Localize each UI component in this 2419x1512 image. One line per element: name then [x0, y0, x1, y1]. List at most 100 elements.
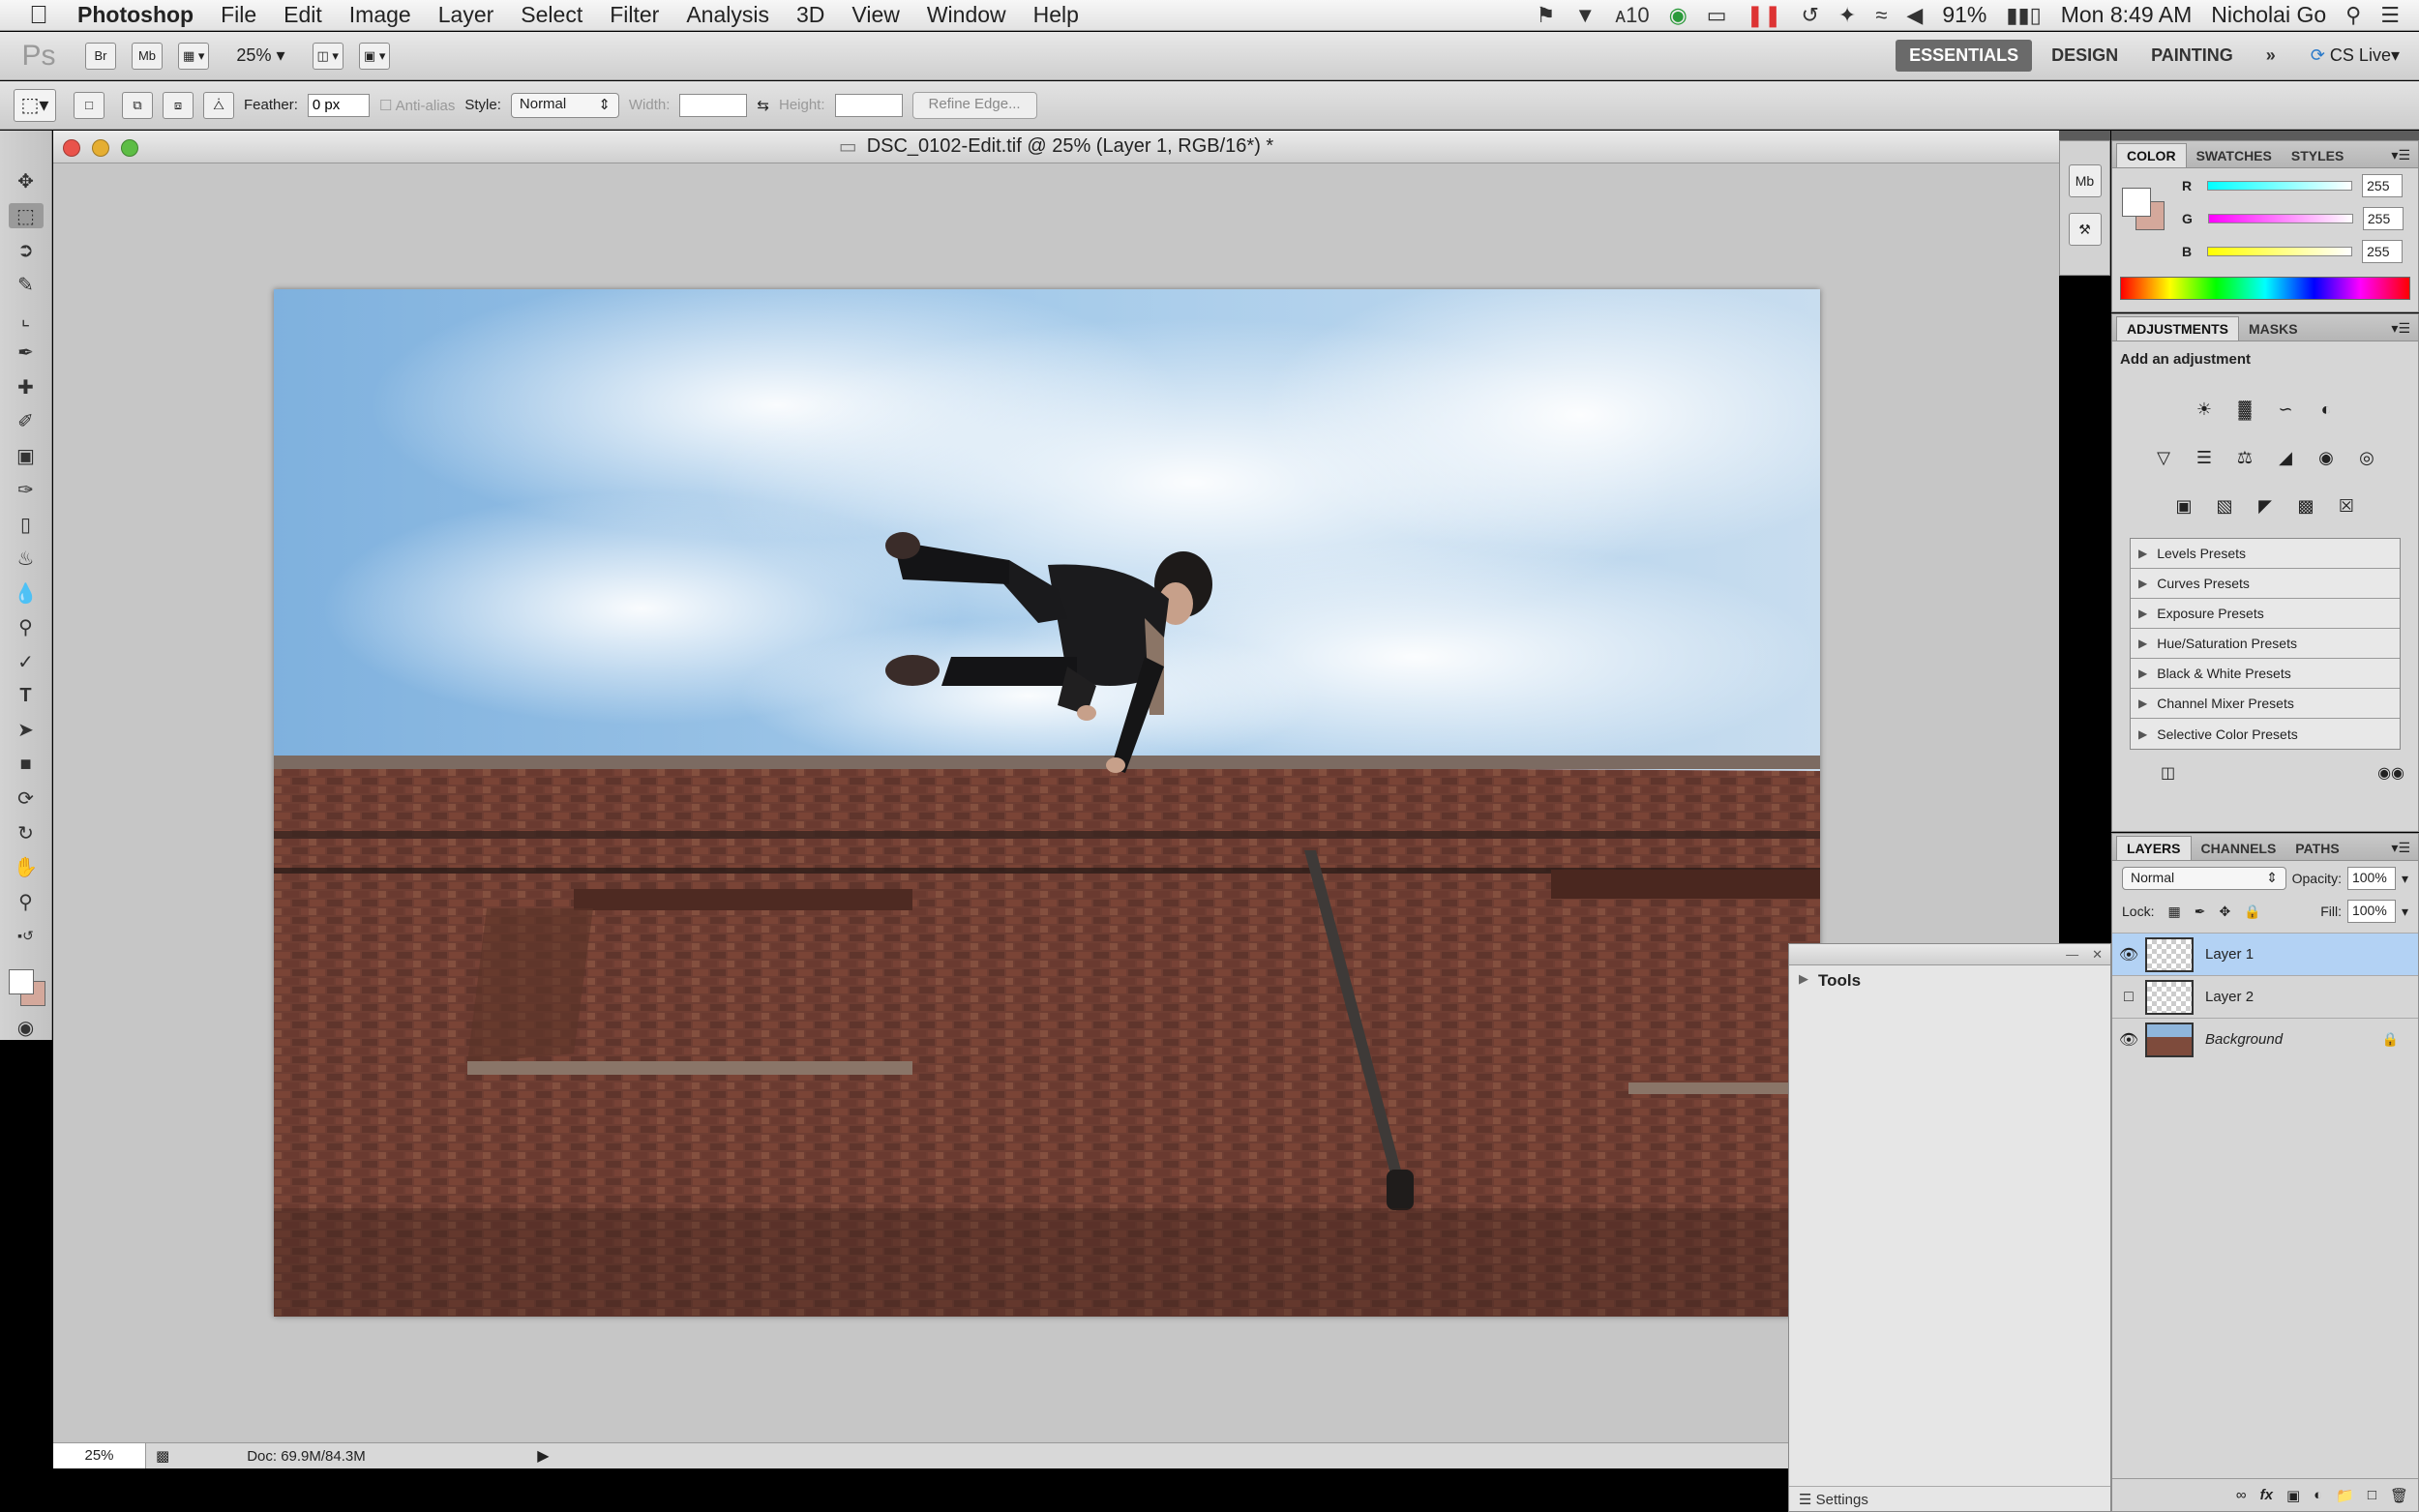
default-colors-icon[interactable]: ▪↺	[9, 924, 44, 948]
workspace-design[interactable]: DESIGN	[2038, 40, 2132, 72]
preset-selective-color[interactable]: ▶ Selective Color Presets	[2131, 719, 2400, 749]
spotlight-search-icon[interactable]: ⚲	[2345, 3, 2361, 28]
pen-tool-icon[interactable]: ✓	[9, 649, 44, 673]
clock[interactable]: Mon 8:49 AM	[2061, 2, 2193, 28]
panel-menu-icon[interactable]: ▾☰	[2383, 836, 2418, 860]
clip-to-layer-icon[interactable]: ◫	[2161, 763, 2175, 783]
blend-mode-select[interactable]: Normal ⇕	[2122, 867, 2286, 890]
tab-swatches[interactable]: SWATCHES	[2187, 144, 2282, 167]
workspace-essentials[interactable]: ESSENTIALS	[1896, 40, 2033, 72]
eraser-tool-icon[interactable]: ▯	[9, 513, 44, 537]
disclosure-triangle-icon[interactable]: ▶	[2138, 637, 2147, 650]
rectangular-marquee-tool-icon[interactable]: ⬚	[8, 203, 44, 228]
layer-style-icon[interactable]: fx	[2260, 1487, 2273, 1503]
invert-icon[interactable]: ▣	[2167, 489, 2200, 522]
new-selection-icon[interactable]: □	[74, 91, 105, 119]
tools-panel-footer[interactable]: ☰ Settings	[1789, 1486, 2110, 1511]
green-slider[interactable]	[2207, 214, 2353, 223]
type-tool-icon[interactable]: T	[9, 684, 44, 708]
lock-transparency-icon[interactable]: ▦	[2167, 904, 2180, 920]
notifications-icon[interactable]: ☰	[2380, 3, 2400, 28]
minimize-panel-icon[interactable]: —	[2066, 947, 2078, 962]
panel-menu-icon[interactable]: ▾☰	[2383, 316, 2418, 341]
document-title-bar[interactable]: ▭ DSC_0102-Edit.tif @ 25% (Layer 1, RGB/…	[53, 131, 2059, 163]
disclosure-triangle-icon[interactable]: ▶	[2138, 577, 2147, 590]
volume-icon[interactable]: ◀	[1906, 3, 1923, 28]
tools-panel-titlebar[interactable]: — ✕	[1789, 944, 2110, 965]
link-layers-icon[interactable]: ∞	[2236, 1487, 2247, 1503]
layer-row-layer-1[interactable]: 👁 Layer 1	[2112, 933, 2418, 975]
fill-input[interactable]: 100%	[2346, 900, 2396, 923]
status-zoom-field[interactable]: 25%	[53, 1443, 146, 1468]
zoom-window-button[interactable]	[121, 139, 138, 157]
menu-analysis[interactable]: Analysis	[672, 2, 783, 28]
preset-hue-saturation[interactable]: ▶ Hue/Saturation Presets	[2131, 629, 2400, 659]
menu-3d[interactable]: 3D	[783, 2, 838, 28]
cs-live-menu[interactable]: ⟳ CS Live▾	[2311, 45, 2400, 66]
color-spectrum-ramp[interactable]	[2120, 277, 2410, 300]
iconic-dock-header[interactable]	[2059, 131, 2110, 140]
preset-exposure[interactable]: ▶ Exposure Presets	[2131, 599, 2400, 629]
cs-live-panel-icon[interactable]: ⚒	[2068, 213, 2102, 246]
blue-value[interactable]: 255	[2362, 240, 2404, 263]
menu-view[interactable]: View	[838, 2, 912, 28]
wifi-icon[interactable]: ≈	[1875, 3, 1887, 28]
flag-icon[interactable]: ⚑	[1537, 3, 1556, 28]
lock-all-icon[interactable]: 🔒	[2244, 904, 2260, 920]
brush-tool-icon[interactable]: ✐	[9, 409, 44, 433]
close-panel-icon[interactable]: ✕	[2092, 947, 2103, 963]
view-extras-button[interactable]: ▦ ▾	[178, 42, 210, 70]
threshold-icon[interactable]: ◤	[2249, 489, 2282, 522]
tools-panel-header[interactable]: ▶ Tools	[1789, 965, 2110, 996]
healing-brush-tool-icon[interactable]: ✚	[9, 375, 44, 400]
exposure-icon[interactable]: ◐	[2310, 393, 2343, 426]
status-icon[interactable]: ▩	[156, 1447, 169, 1465]
height-input[interactable]	[834, 93, 903, 117]
tab-layers[interactable]: LAYERS	[2116, 836, 2192, 860]
tab-channels[interactable]: CHANNELS	[2192, 837, 2286, 860]
disclosure-triangle-icon[interactable]: ▶	[2138, 547, 2147, 560]
settings-icon[interactable]: ☰	[1799, 1492, 1811, 1508]
foreground-color-swatch[interactable]	[8, 969, 34, 995]
preset-channel-mixer[interactable]: ▶ Channel Mixer Presets	[2131, 689, 2400, 719]
workspace-painting[interactable]: PAINTING	[2137, 40, 2247, 72]
growl-icon[interactable]: ◉	[1669, 3, 1687, 28]
opacity-dropdown-icon[interactable]: ▾	[2402, 871, 2408, 887]
refine-edge-button[interactable]: Refine Edge...	[911, 91, 1037, 119]
red-value[interactable]: 255	[2362, 174, 2404, 197]
menu-file[interactable]: File	[207, 2, 270, 28]
tab-masks[interactable]: MASKS	[2239, 317, 2308, 341]
app-name-menu[interactable]: Photoshop	[77, 2, 207, 28]
menu-layer[interactable]: Layer	[425, 2, 508, 28]
apple-menu-icon[interactable]: 	[0, 0, 77, 30]
launch-mini-bridge-button[interactable]: Mb	[132, 42, 163, 70]
tab-styles[interactable]: STYLES	[2282, 144, 2353, 167]
minimize-window-button[interactable]	[92, 139, 109, 157]
3d-orbit-tool-icon[interactable]: ↻	[9, 821, 44, 845]
lock-position-icon[interactable]: ✥	[2219, 904, 2230, 920]
disclosure-triangle-icon[interactable]: ▶	[2138, 607, 2147, 620]
levels-icon[interactable]: ▓	[2228, 393, 2261, 426]
vibrance-icon[interactable]: ▽	[2147, 441, 2180, 474]
clone-stamp-tool-icon[interactable]: ▣	[9, 444, 44, 468]
layer-row-background[interactable]: 👁 Background 🔒	[2112, 1018, 2418, 1060]
disclosure-triangle-icon[interactable]: ▶	[2138, 697, 2147, 710]
launch-bridge-button[interactable]: Br	[85, 42, 116, 70]
quick-selection-tool-icon[interactable]: ✎	[9, 272, 44, 296]
layer-row-layer-2[interactable]: □ Layer 2	[2112, 975, 2418, 1018]
preset-curves[interactable]: ▶ Curves Presets	[2131, 569, 2400, 599]
color-balance-icon[interactable]: ⚖	[2228, 441, 2261, 474]
add-mask-icon[interactable]: ▣	[2286, 1487, 2300, 1504]
3d-rotate-tool-icon[interactable]: ⟳	[9, 786, 44, 811]
tool-preset-picker[interactable]: ⬚▾	[14, 88, 56, 122]
lasso-tool-icon[interactable]: ➲	[9, 238, 44, 262]
tab-adjustments[interactable]: ADJUSTMENTS	[2116, 316, 2240, 341]
feather-input[interactable]	[307, 93, 370, 117]
zoom-tool-icon[interactable]: ⚲	[9, 890, 44, 914]
tab-paths[interactable]: PATHS	[2285, 837, 2348, 860]
new-group-icon[interactable]: 📁	[2336, 1487, 2354, 1504]
eye-visibility-icon[interactable]: 👁	[2112, 945, 2145, 964]
auto-select-mask-icon[interactable]: ◉◉	[2377, 763, 2404, 783]
screen-mode-button[interactable]: ▣ ▾	[358, 42, 391, 70]
color-panel-foreground[interactable]	[2122, 188, 2151, 217]
